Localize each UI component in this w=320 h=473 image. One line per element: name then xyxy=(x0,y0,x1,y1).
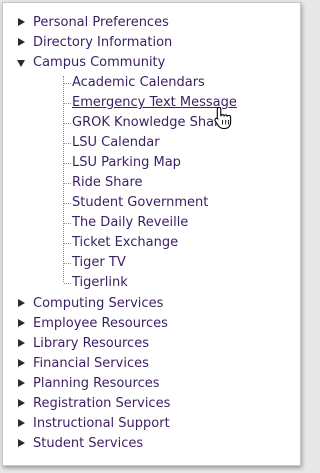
tree-item-employee-resources[interactable]: Employee Resources xyxy=(18,314,168,334)
tree-subitem-label[interactable]: Tigerlink xyxy=(72,275,128,290)
tree-item-label[interactable]: Planning Resources xyxy=(33,376,160,391)
tree-item-label[interactable]: Computing Services xyxy=(33,296,163,311)
tree-subitem-lsu-parking-map[interactable]: LSU Parking Map xyxy=(64,153,181,173)
tree-item-label[interactable]: Employee Resources xyxy=(33,316,168,331)
tree-subitem-ride-share[interactable]: Ride Share xyxy=(64,173,143,193)
hand-pointer-cursor-icon xyxy=(214,106,232,130)
tree-subitem-tigerlink[interactable]: Tigerlink xyxy=(64,273,128,293)
tree-subitem-label[interactable]: Tiger TV xyxy=(72,255,126,270)
caret-right-icon[interactable] xyxy=(18,359,25,367)
tree-subitem-tiger-tv[interactable]: Tiger TV xyxy=(64,253,126,273)
tree-subitem-academic-calendars[interactable]: Academic Calendars xyxy=(64,73,205,93)
tree-item-personal-preferences[interactable]: Personal Preferences xyxy=(18,13,169,33)
tree-subitem-label[interactable]: Ticket Exchange xyxy=(72,235,178,250)
tree-item-label[interactable]: Student Services xyxy=(33,436,143,451)
tree-subitem-lsu-calendar[interactable]: LSU Calendar xyxy=(64,133,160,153)
tree-item-label[interactable]: Directory Information xyxy=(33,35,172,50)
tree-subitem-label[interactable]: Ride Share xyxy=(72,175,143,190)
tree-item-campus-community[interactable]: Campus Community xyxy=(17,53,165,73)
navigation-panel: Personal Preferences Directory Informati… xyxy=(2,2,301,466)
caret-right-icon[interactable] xyxy=(18,319,25,327)
caret-right-icon[interactable] xyxy=(18,299,25,307)
tree-item-instructional-support[interactable]: Instructional Support xyxy=(18,414,170,434)
tree-subitem-label[interactable]: Academic Calendars xyxy=(72,75,205,90)
caret-right-icon[interactable] xyxy=(18,18,25,26)
tree-item-label[interactable]: Financial Services xyxy=(33,356,149,371)
tree-subitem-label[interactable]: LSU Parking Map xyxy=(72,155,181,170)
tree-subitem-label[interactable]: Student Government xyxy=(72,195,208,210)
caret-right-icon[interactable] xyxy=(18,399,25,407)
tree-subitem-label[interactable]: The Daily Reveille xyxy=(72,215,188,230)
tree-subitem-label[interactable]: GROK Knowledge Shar xyxy=(72,115,219,130)
tree-item-library-resources[interactable]: Library Resources xyxy=(18,334,149,354)
tree-subitem-the-daily-reveille[interactable]: The Daily Reveille xyxy=(63,213,188,233)
caret-right-icon[interactable] xyxy=(18,38,25,46)
tree-item-directory-information[interactable]: Directory Information xyxy=(18,33,172,53)
caret-right-icon[interactable] xyxy=(18,339,25,347)
tree-item-label[interactable]: Library Resources xyxy=(33,336,149,351)
tree-connector-line xyxy=(63,76,64,282)
tree-item-planning-resources[interactable]: Planning Resources xyxy=(18,374,160,394)
tree-subitem-student-government[interactable]: Student Government xyxy=(63,193,208,213)
tree-item-financial-services[interactable]: Financial Services xyxy=(18,354,149,374)
tree-item-label[interactable]: Personal Preferences xyxy=(33,15,169,30)
tree-subitem-label[interactable]: LSU Calendar xyxy=(72,135,160,150)
tree-item-label[interactable]: Instructional Support xyxy=(33,416,170,431)
tree-item-label[interactable]: Campus Community xyxy=(33,55,165,70)
caret-right-icon[interactable] xyxy=(18,379,25,387)
tree-subitem-ticket-exchange[interactable]: Ticket Exchange xyxy=(63,233,178,253)
tree-item-registration-services[interactable]: Registration Services xyxy=(18,394,170,414)
tree-item-label[interactable]: Registration Services xyxy=(33,396,170,411)
caret-right-icon[interactable] xyxy=(18,419,25,427)
caret-right-icon[interactable] xyxy=(18,439,25,447)
tree-item-student-services[interactable]: Student Services xyxy=(18,434,143,454)
caret-down-icon[interactable] xyxy=(17,60,25,67)
tree-subitem-grok-knowledge-share[interactable]: GROK Knowledge Shar xyxy=(63,113,219,133)
tree-item-computing-services[interactable]: Computing Services xyxy=(18,294,163,314)
